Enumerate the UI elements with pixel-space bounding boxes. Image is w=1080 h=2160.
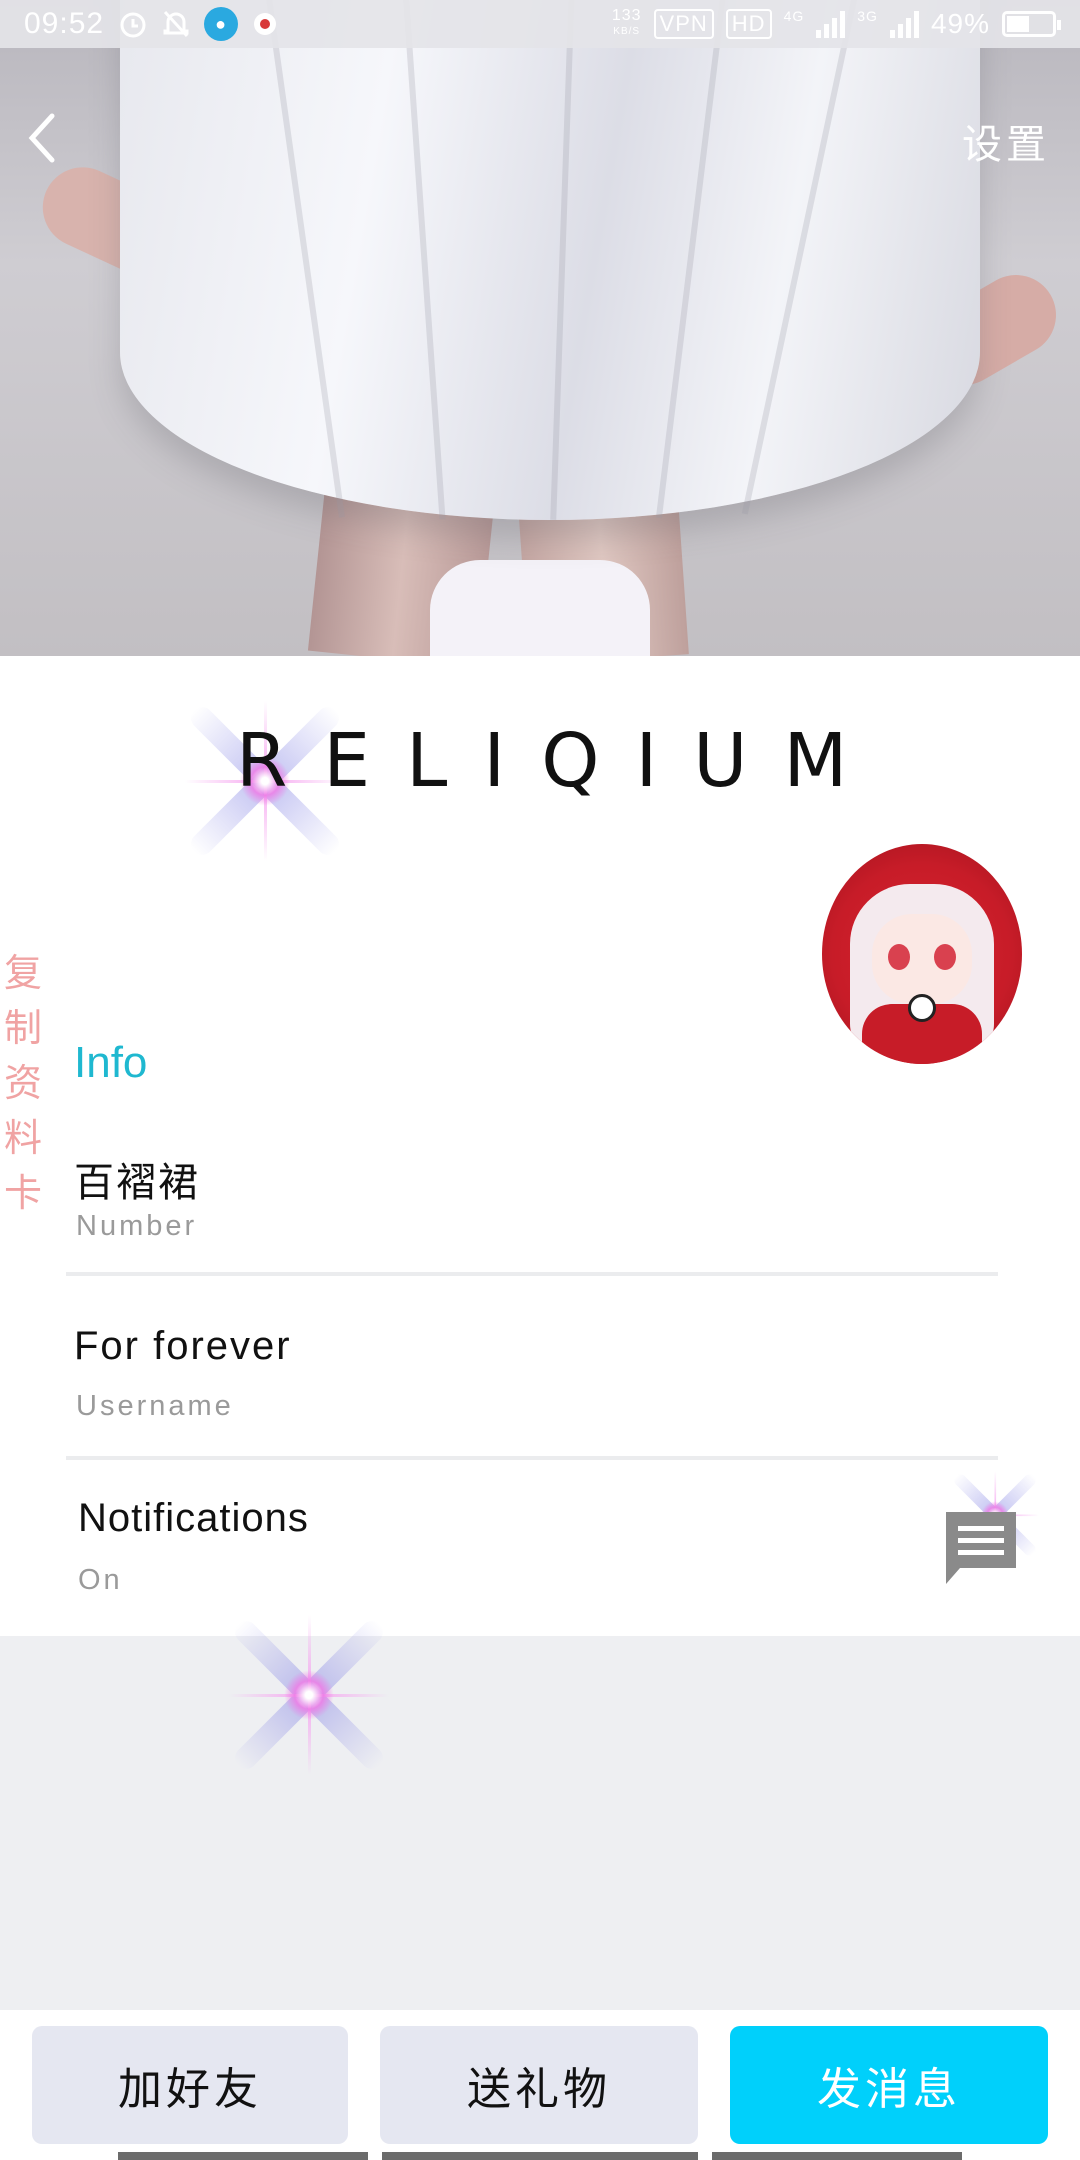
add-friend-button[interactable]: 加好友 — [32, 2026, 348, 2144]
brand-logo: RELIQIUM — [236, 718, 884, 804]
signal-3g-icon — [889, 10, 919, 38]
network-4g-label: 4G — [783, 8, 805, 24]
photo-sock — [430, 560, 650, 656]
divider — [66, 1272, 998, 1276]
battery-icon — [1002, 11, 1061, 37]
sparkle-decoration — [214, 1600, 404, 1790]
info-section-title: Info — [74, 1038, 148, 1087]
divider — [66, 1456, 998, 1460]
nav-indicator — [118, 2152, 368, 2160]
settings-button[interactable]: 设置 — [962, 112, 1050, 170]
copy-card-char: 资 — [4, 1061, 43, 1105]
network-speed-value: 133 — [611, 7, 642, 24]
notifications-status: On — [78, 1564, 123, 1596]
status-bar: 09:52 ● 133 KB/S VPN HD 4G 3G 49% — [0, 0, 1080, 48]
photo-pleated-skirt — [120, 0, 980, 520]
notifications-row[interactable]: Notifications — [78, 1496, 309, 1541]
hd-badge: HD — [725, 9, 772, 39]
chevron-left-icon — [28, 113, 55, 163]
cover-photo — [0, 0, 1080, 656]
profile-screen: 09:52 ● 133 KB/S VPN HD 4G 3G 49% 设置 REL… — [0, 0, 1080, 2160]
chat-icon[interactable] — [942, 1508, 1020, 1588]
copy-card-char: 料 — [4, 1116, 43, 1160]
status-time: 09:52 — [24, 7, 105, 40]
copy-profile-card-button[interactable]: 复 制 资 料 卡 — [4, 946, 43, 1221]
copy-card-char: 卡 — [4, 1171, 43, 1215]
nav-indicator — [712, 2152, 962, 2160]
battery-fill — [1007, 16, 1029, 32]
username-value[interactable]: For forever — [74, 1324, 292, 1369]
signal-4g-icon — [816, 10, 846, 38]
username-label: Username — [76, 1390, 234, 1422]
notification-off-icon — [163, 10, 189, 38]
search-app-icon: ● — [204, 7, 239, 41]
avatar[interactable] — [822, 844, 1022, 1064]
number-label: Number — [76, 1210, 198, 1242]
vpn-badge: VPN — [653, 9, 714, 39]
network-3g-label: 3G — [857, 8, 878, 24]
copy-card-char: 制 — [4, 1006, 43, 1050]
battery-percent: 49% — [930, 8, 990, 39]
send-gift-button[interactable]: 送礼物 — [380, 2026, 698, 2144]
back-button[interactable] — [22, 108, 72, 168]
alarm-icon — [120, 12, 146, 38]
send-message-button[interactable]: 发消息 — [730, 2026, 1048, 2144]
copy-card-char: 复 — [4, 951, 43, 995]
app-notification-icon — [254, 13, 277, 35]
network-speed-unit: KB/S — [613, 26, 641, 37]
nav-indicator — [382, 2152, 698, 2160]
number-value[interactable]: 百褶裙 — [74, 1150, 200, 1208]
network-speed: 133 KB/S — [612, 8, 642, 40]
